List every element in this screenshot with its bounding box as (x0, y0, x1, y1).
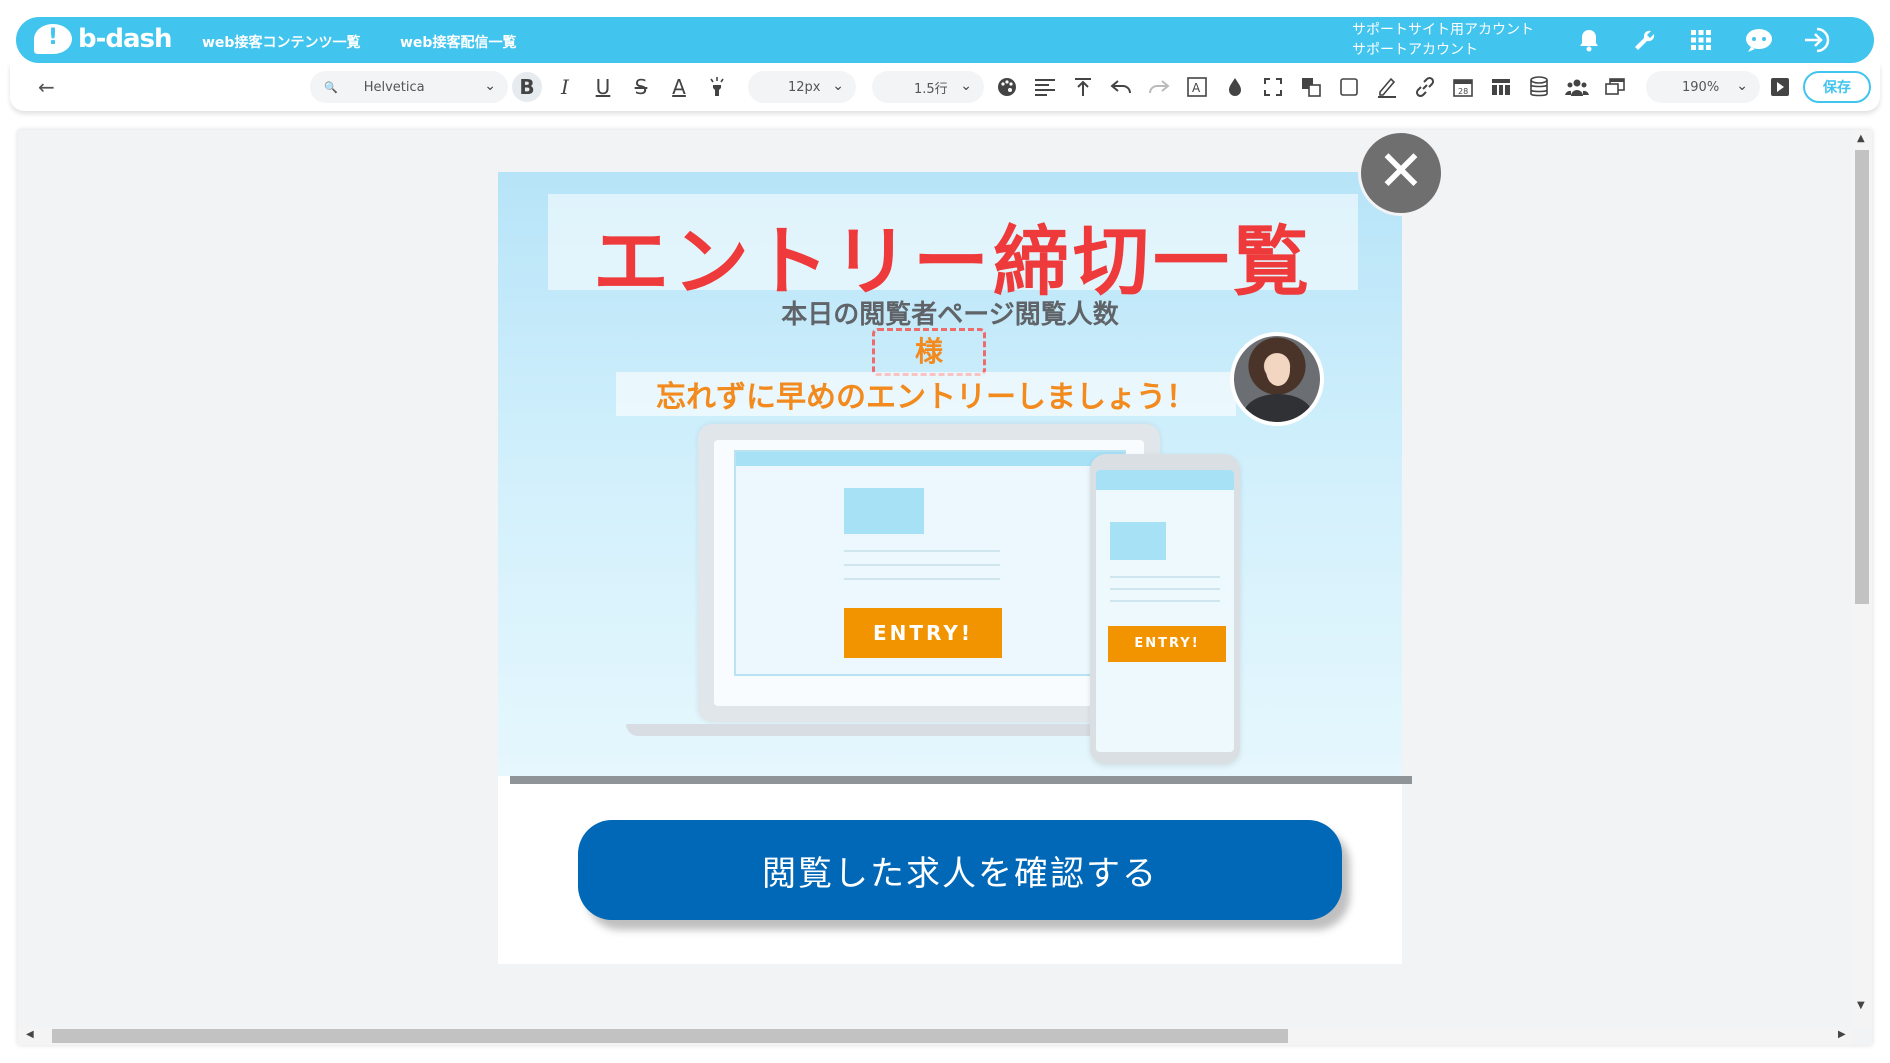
back-arrow-icon[interactable]: ← (38, 75, 55, 99)
vertical-align-top-icon[interactable] (1068, 72, 1098, 102)
strikethrough-button[interactable]: S (626, 72, 656, 102)
line-height-select[interactable]: 1.5行 ⌄ (872, 71, 984, 103)
nav-link-web-contents[interactable]: web接客コンテンツ一覧 (202, 32, 360, 52)
close-icon[interactable]: ✕ (1358, 130, 1444, 216)
confirm-viewed-jobs-button[interactable]: 閲覧した求人を確認する (578, 820, 1342, 920)
laptop-entry-button: ENTRY! (844, 608, 1002, 658)
avatar (1230, 332, 1324, 426)
phone-image-placeholder (1110, 522, 1166, 560)
text-line (1110, 576, 1220, 578)
text-line (844, 564, 1000, 566)
font-family-value: Helvetica (363, 79, 425, 95)
table-icon[interactable] (1486, 72, 1516, 102)
vertical-scrollbar[interactable]: ▲ ▼ (1852, 130, 1872, 1027)
copy-windows-icon[interactable] (1600, 72, 1630, 102)
horizontal-scrollbar[interactable]: ◀ ▶ (18, 1027, 1852, 1045)
avatar-face (1266, 354, 1290, 386)
vertical-scroll-thumb[interactable] (1855, 150, 1869, 604)
save-button[interactable]: 保存 (1803, 71, 1871, 103)
scroll-left-icon[interactable]: ◀ (26, 1029, 34, 1040)
font-size-select[interactable]: 12px ⌄ (748, 71, 856, 103)
viewer-count-subtitle: 本日の閲覧者ページ閲覧人数 (781, 300, 1119, 330)
bell-icon[interactable] (1574, 25, 1604, 55)
account-site-name: サポートサイト用アカウント (1352, 22, 1534, 38)
account-info[interactable]: サポートサイト用アカウント サポートアカウント (1352, 20, 1534, 60)
phone-illustration: ENTRY! (1090, 454, 1240, 764)
line-height-value: 1.5行 (914, 81, 948, 97)
window-image-placeholder (844, 488, 924, 534)
pen-icon[interactable] (1372, 72, 1402, 102)
undo-icon[interactable] (1106, 72, 1136, 102)
font-size-value: 12px (788, 79, 821, 95)
wrench-icon[interactable] (1630, 25, 1660, 55)
editor-canvas[interactable]: エントリー締切一覧 本日の閲覧者ページ閲覧人数 様 忘れずに早めのエントリーしま… (18, 130, 1872, 1045)
bold-button[interactable]: B (512, 72, 542, 102)
chevron-down-icon: ⌄ (484, 78, 496, 94)
text-line (1110, 600, 1220, 602)
phone-entry-button: ENTRY! (1108, 626, 1226, 662)
horizontal-scroll-thumb[interactable] (52, 1029, 1288, 1043)
chat-support-icon[interactable] (1744, 25, 1774, 55)
popup-preview[interactable]: エントリー締切一覧 本日の閲覧者ページ閲覧人数 様 忘れずに早めのエントリーしま… (498, 172, 1412, 964)
account-user-name: サポートアカウント (1352, 42, 1478, 58)
search-icon: 🔍 (324, 80, 338, 94)
fullscreen-icon[interactable] (1258, 72, 1288, 102)
phone-screen: ENTRY! (1096, 470, 1234, 752)
underline-button[interactable]: U (588, 72, 618, 102)
font-family-select[interactable]: 🔍 Helvetica ⌄ (310, 71, 508, 103)
chevron-down-icon: ⌄ (832, 78, 844, 94)
calendar-icon[interactable]: 28 (1448, 72, 1478, 102)
b-dash-logo[interactable]: b-dash (34, 24, 173, 54)
database-icon[interactable] (1524, 72, 1554, 102)
chevron-down-icon: ⌄ (1736, 78, 1748, 94)
chevron-down-icon: ⌄ (960, 78, 972, 94)
users-group-icon[interactable] (1562, 72, 1592, 102)
laptop-screen: ENTRY! (714, 440, 1144, 706)
editor-toolbar: ← 🔍 Helvetica ⌄ B I U S A 12px ⌄ 1.5行 ⌄ … (10, 63, 1880, 111)
italic-button[interactable]: I (550, 72, 580, 102)
text-color-button[interactable]: A (664, 72, 694, 102)
avatar-body (1244, 394, 1312, 422)
phone-title-bar (1096, 470, 1234, 490)
highlight-icon[interactable] (702, 72, 732, 102)
text-line (844, 550, 1000, 552)
text-line (844, 578, 1000, 580)
play-preview-icon[interactable] (1765, 72, 1795, 102)
text-line (1110, 588, 1220, 590)
app-header: b-dash web接客コンテンツ一覧 web接客配信一覧 サポートサイト用アカ… (16, 17, 1874, 63)
border-box-icon[interactable] (1334, 72, 1364, 102)
reminder-text: 忘れずに早めのエントリーしましょう！ (616, 372, 1236, 416)
logout-icon[interactable] (1802, 25, 1832, 55)
text-box-icon[interactable]: A (1182, 72, 1212, 102)
logo-text: b-dash (78, 24, 173, 54)
nav-link-web-delivery[interactable]: web接客配信一覧 (400, 32, 516, 52)
zoom-select[interactable]: 190% ⌄ (1646, 71, 1760, 103)
apps-grid-icon[interactable] (1686, 25, 1716, 55)
name-variable-field[interactable]: 様 (872, 328, 986, 376)
scroll-down-icon[interactable]: ▼ (1857, 1000, 1865, 1011)
opacity-drop-icon[interactable] (1220, 72, 1250, 102)
image-bottom-divider (510, 776, 1412, 784)
layer-order-icon[interactable] (1296, 72, 1326, 102)
zoom-value: 190% (1682, 79, 1720, 95)
svg-text:28: 28 (1458, 87, 1468, 96)
svg-text:A: A (1192, 81, 1201, 95)
headline-box: エントリー締切一覧 (548, 194, 1358, 306)
laptop-window: ENTRY! (734, 450, 1126, 676)
align-left-icon[interactable] (1030, 72, 1060, 102)
scroll-up-icon[interactable]: ▲ (1857, 133, 1865, 144)
palette-icon[interactable] (992, 72, 1022, 102)
window-title-bar (736, 452, 1124, 466)
popup-banner-image[interactable]: エントリー締切一覧 本日の閲覧者ページ閲覧人数 様 忘れずに早めのエントリーしま… (498, 172, 1402, 776)
link-icon[interactable] (1410, 72, 1440, 102)
scroll-right-icon[interactable]: ▶ (1838, 1029, 1846, 1040)
logo-bubble-icon (34, 24, 72, 54)
redo-icon[interactable] (1144, 72, 1174, 102)
